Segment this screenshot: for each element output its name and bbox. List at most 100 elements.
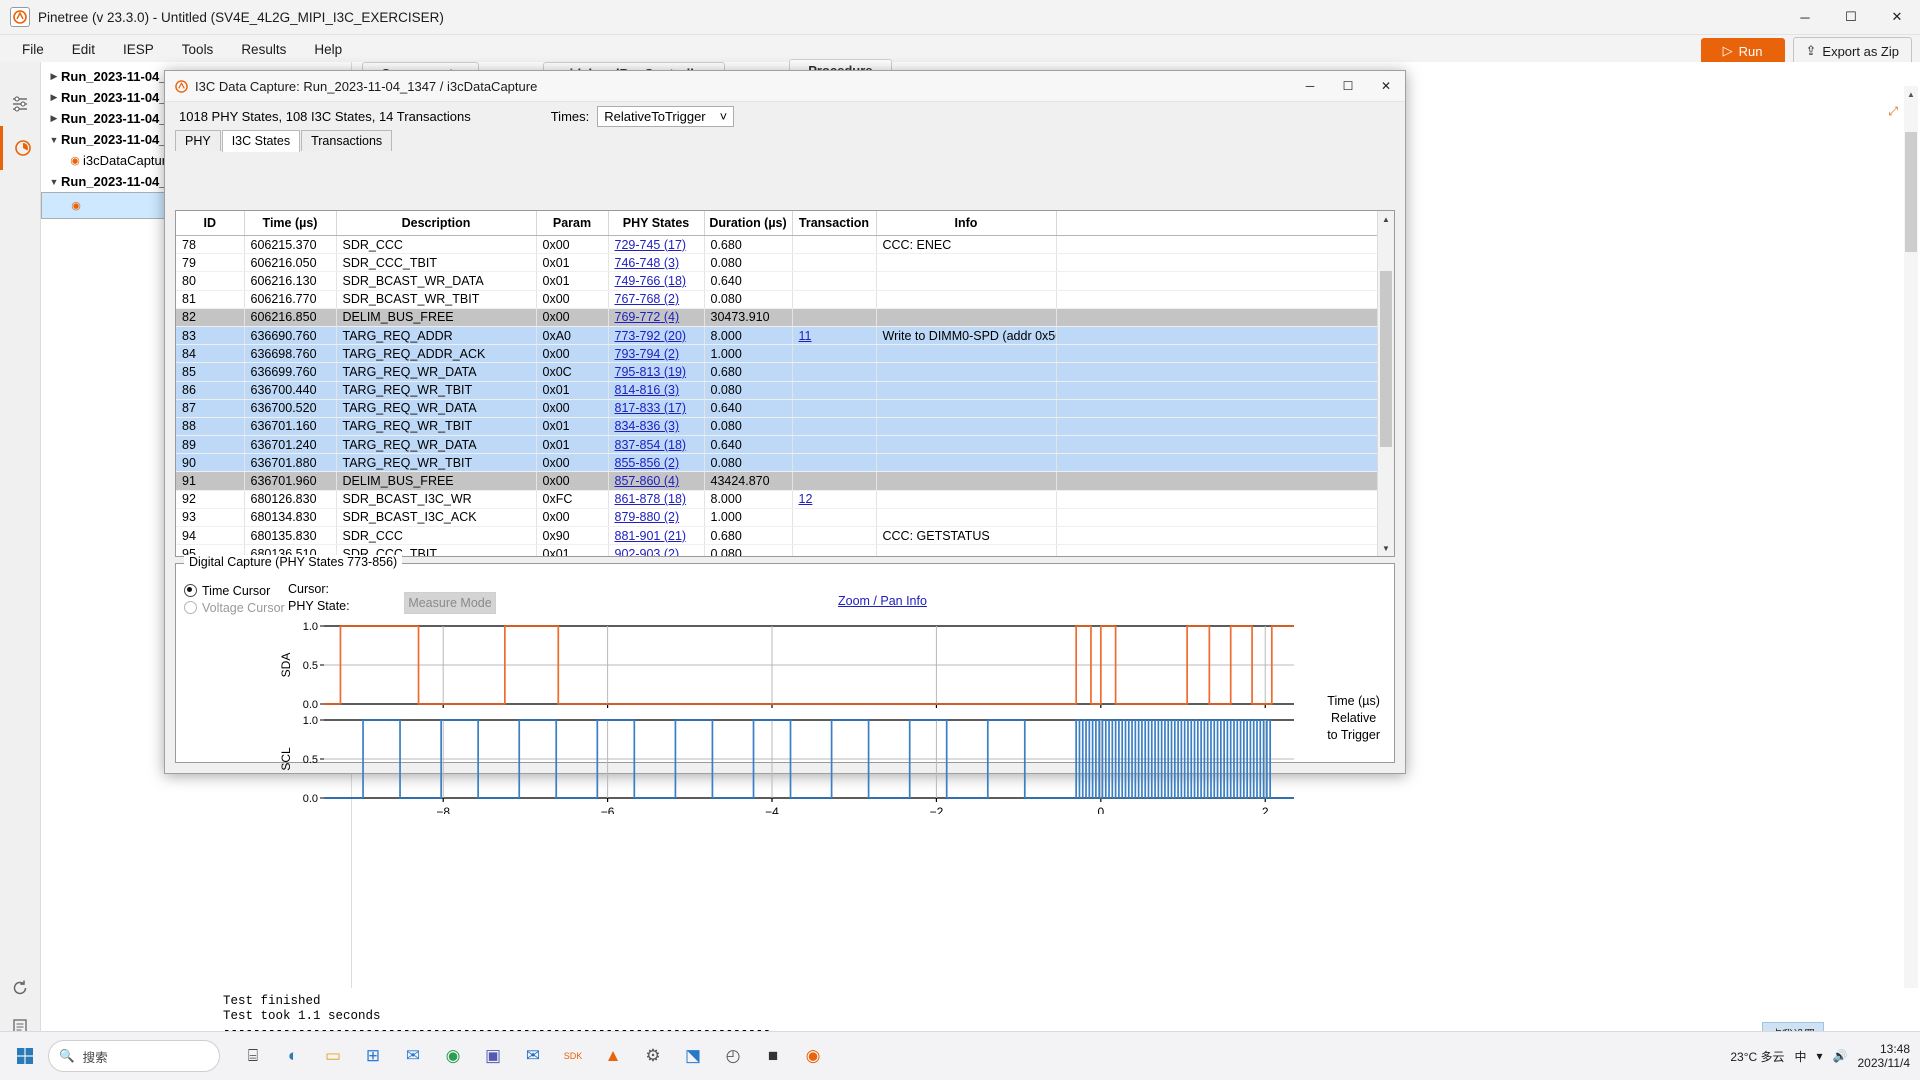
table-scroll-down-icon[interactable]: ▼: [1378, 540, 1394, 556]
col-description[interactable]: Description: [336, 211, 536, 236]
taskbar-clock[interactable]: 13:48 2023/11/4: [1858, 1042, 1911, 1070]
clock-run-icon[interactable]: [0, 126, 43, 170]
row-phy-states[interactable]: 857-860 (4): [608, 472, 704, 490]
minimize-button[interactable]: ─: [1782, 0, 1828, 34]
row-phy-states[interactable]: 834-836 (3): [608, 417, 704, 435]
windows-icon[interactable]: [8, 1039, 42, 1073]
table-row[interactable]: 89636701.240TARG_REQ_WR_DATA0x01837-854 …: [176, 436, 1379, 454]
col-id[interactable]: ID: [176, 211, 244, 236]
voltage-cursor-radio[interactable]: Voltage Cursor: [184, 599, 285, 616]
zoom-pan-info-link[interactable]: Zoom / Pan Info: [838, 594, 927, 608]
row-phy-states[interactable]: 902-903 (2): [608, 545, 704, 557]
table-row[interactable]: 87636700.520TARG_REQ_WR_DATA0x00817-833 …: [176, 399, 1379, 417]
menu-item-help[interactable]: Help: [300, 38, 356, 61]
waveform-plot[interactable]: 0.00.51.0SDA0.00.51.0SCL−8−6−4−202 Time …: [176, 620, 1394, 762]
table-row[interactable]: 93680134.830SDR_BCAST_I3C_ACK0x00879-880…: [176, 508, 1379, 526]
sdk-icon[interactable]: SDK: [556, 1039, 590, 1073]
export-as-zip-button[interactable]: ⇪ Export as Zip: [1793, 37, 1913, 65]
measure-mode-button[interactable]: Measure Mode: [404, 592, 496, 614]
table-row[interactable]: 92680126.830SDR_BCAST_I3C_WR0xFC861-878 …: [176, 490, 1379, 508]
menu-item-results[interactable]: Results: [227, 38, 300, 61]
expand-icon[interactable]: ⤢: [1888, 104, 1898, 119]
row-phy-states[interactable]: 773-792 (20): [608, 326, 704, 344]
table-row[interactable]: 84636698.760TARG_REQ_ADDR_ACK0x00793-794…: [176, 345, 1379, 363]
edge-icon[interactable]: ◐: [276, 1039, 310, 1073]
table-row[interactable]: 85636699.760TARG_REQ_WR_DATA0x0C795-813 …: [176, 363, 1379, 381]
table-row[interactable]: 83636690.760TARG_REQ_ADDR0xA0773-792 (20…: [176, 326, 1379, 344]
col-phy-states[interactable]: PHY States: [608, 211, 704, 236]
vscode-icon[interactable]: ⬔: [676, 1039, 710, 1073]
menu-item-file[interactable]: File: [8, 38, 58, 61]
menu-item-edit[interactable]: Edit: [58, 38, 109, 61]
mail-icon[interactable]: ✉: [396, 1039, 430, 1073]
terminal-icon[interactable]: ■: [756, 1039, 790, 1073]
row-phy-states[interactable]: 793-794 (2): [608, 345, 704, 363]
time-cursor-radio[interactable]: Time Cursor: [184, 582, 285, 599]
row-phy-states[interactable]: 881-901 (21): [608, 527, 704, 545]
weather-label[interactable]: 23°C 多云: [1730, 1048, 1784, 1065]
volume-icon[interactable]: 🔊: [1833, 1049, 1848, 1063]
table-row[interactable]: 81606216.770SDR_BCAST_WR_TBIT0x00767-768…: [176, 290, 1379, 308]
row-phy-states[interactable]: 855-856 (2): [608, 454, 704, 472]
dialog-minimize-button[interactable]: ─: [1291, 71, 1329, 101]
col-time[interactable]: Time (µs): [244, 211, 336, 236]
table-row[interactable]: 88636701.160TARG_REQ_WR_TBIT0x01834-836 …: [176, 417, 1379, 435]
run-button[interactable]: ▷ Run: [1701, 38, 1785, 64]
row-phy-states[interactable]: 729-745 (17): [608, 236, 704, 254]
tab-transactions[interactable]: Transactions: [301, 130, 392, 151]
pinetree-icon[interactable]: ▲: [596, 1039, 630, 1073]
table-row[interactable]: 91636701.960DELIM_BUS_FREE0x00857-860 (4…: [176, 472, 1379, 490]
tab-phy[interactable]: PHY: [175, 130, 221, 151]
table-scroll-up-icon[interactable]: ▲: [1378, 211, 1394, 227]
row-phy-states[interactable]: 795-813 (19): [608, 363, 704, 381]
row-phy-states[interactable]: 769-772 (4): [608, 308, 704, 326]
dialog-close-button[interactable]: ✕: [1367, 71, 1405, 101]
settings-icon[interactable]: ⚙: [636, 1039, 670, 1073]
close-button[interactable]: ✕: [1874, 0, 1920, 34]
refresh-icon[interactable]: [0, 968, 40, 1008]
outlook-icon[interactable]: ✉: [516, 1039, 550, 1073]
taskview-icon[interactable]: ⌸: [236, 1039, 270, 1073]
taskbar-search[interactable]: 🔍 搜索: [48, 1040, 220, 1072]
table-scrollbar-thumb[interactable]: [1380, 271, 1392, 447]
menu-item-iesp[interactable]: IESP: [109, 38, 168, 61]
col-info[interactable]: Info: [876, 211, 1056, 236]
table-scrollbar[interactable]: ▲ ▼: [1377, 211, 1394, 556]
table-row[interactable]: 90636701.880TARG_REQ_WR_TBIT0x00855-856 …: [176, 454, 1379, 472]
table-row[interactable]: 86636700.440TARG_REQ_WR_TBIT0x01814-816 …: [176, 381, 1379, 399]
chrome-icon[interactable]: ◉: [436, 1039, 470, 1073]
row-transaction[interactable]: 12: [792, 490, 876, 508]
ime-indicator[interactable]: 中: [1795, 1048, 1807, 1065]
store-icon[interactable]: ⊞: [356, 1039, 390, 1073]
row-phy-states[interactable]: 767-768 (2): [608, 290, 704, 308]
row-phy-states[interactable]: 749-766 (18): [608, 272, 704, 290]
table-row[interactable]: 82606216.850DELIM_BUS_FREE0x00769-772 (4…: [176, 308, 1379, 326]
table-row[interactable]: 80606216.130SDR_BCAST_WR_DATA0x01749-766…: [176, 272, 1379, 290]
row-phy-states[interactable]: 817-833 (17): [608, 399, 704, 417]
table-row[interactable]: 94680135.830SDR_CCC0x90881-901 (21)0.680…: [176, 527, 1379, 545]
col-param[interactable]: Param: [536, 211, 608, 236]
tab-i3c-states[interactable]: I3C States: [222, 130, 300, 152]
scrollbar-thumb[interactable]: [1905, 132, 1917, 252]
menu-item-tools[interactable]: Tools: [168, 38, 228, 61]
teams-icon[interactable]: ▣: [476, 1039, 510, 1073]
folder-icon[interactable]: ▭: [316, 1039, 350, 1073]
col-transaction[interactable]: Transaction: [792, 211, 876, 236]
table-row[interactable]: 78606215.370SDR_CCC0x00729-745 (17)0.680…: [176, 236, 1379, 254]
table-row[interactable]: 79606216.050SDR_CCC_TBIT0x01746-748 (3)0…: [176, 254, 1379, 272]
row-phy-states[interactable]: 814-816 (3): [608, 381, 704, 399]
row-phy-states[interactable]: 879-880 (2): [608, 508, 704, 526]
row-transaction[interactable]: 11: [792, 326, 876, 344]
pinetree-active-icon[interactable]: ◉: [796, 1039, 830, 1073]
row-phy-states[interactable]: 861-878 (18): [608, 490, 704, 508]
times-select[interactable]: RelativeToTrigger ˅: [597, 106, 734, 127]
col-duration[interactable]: Duration (µs): [704, 211, 792, 236]
row-phy-states[interactable]: 746-748 (3): [608, 254, 704, 272]
clock-app-icon[interactable]: ◴: [716, 1039, 750, 1073]
row-phy-states[interactable]: 837-854 (18): [608, 436, 704, 454]
settings-sliders-icon[interactable]: [0, 82, 40, 126]
network-icon[interactable]: ▾: [1817, 1049, 1823, 1063]
scroll-up-icon[interactable]: ▲: [1904, 86, 1918, 102]
work-area-scrollbar[interactable]: ▲ ▼: [1904, 86, 1918, 1050]
maximize-button[interactable]: ☐: [1828, 0, 1874, 34]
